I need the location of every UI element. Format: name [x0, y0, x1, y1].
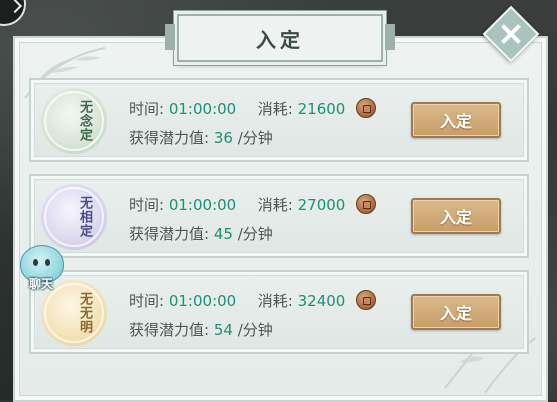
- potential-line: 获得潜力值: 54 /分钟: [129, 319, 273, 340]
- potential-line: 获得潜力值: 45 /分钟: [129, 223, 273, 244]
- potential-value: 36: [213, 129, 233, 147]
- time-cost-line: 时间: 01:00:00 消耗: 21600: [129, 98, 377, 119]
- page-title: 入定: [256, 27, 304, 52]
- time-value: 01:00:00: [168, 196, 237, 214]
- medal-badge-2: 无相定: [41, 184, 107, 250]
- chat-button[interactable]: 聊天: [16, 243, 66, 293]
- meditation-row-2: 无相定 时间: 01:00:00 消耗: 27000 获得潜力值: 45 /分钟…: [29, 174, 529, 258]
- enter-meditation-button-1[interactable]: 入定: [411, 102, 501, 138]
- cost-label: 消耗:: [257, 100, 293, 118]
- time-label: 时间:: [129, 196, 165, 214]
- potential-value: 54: [213, 321, 233, 339]
- medal-text: 无相定: [77, 196, 92, 238]
- potential-label: 获得潜力值:: [129, 129, 210, 147]
- potential-value: 45: [213, 225, 233, 243]
- meditation-row-3: 无无明 时间: 01:00:00 消耗: 32400 获得潜力值: 54 /分钟…: [29, 270, 529, 354]
- enter-meditation-button-3[interactable]: 入定: [411, 294, 501, 330]
- medal-text: 无无明: [77, 292, 92, 334]
- cost-label: 消耗:: [257, 196, 293, 214]
- chat-label: 聊天: [28, 277, 53, 291]
- cost-value: 21600: [297, 100, 346, 118]
- time-value: 01:00:00: [168, 100, 237, 118]
- time-label: 时间:: [129, 100, 165, 118]
- medal-badge-1: 无念定: [41, 88, 107, 154]
- time-label: 时间:: [129, 292, 165, 310]
- cost-value: 27000: [297, 196, 346, 214]
- cost-label: 消耗:: [257, 292, 293, 310]
- title-plaque: 入定: [165, 14, 395, 62]
- potential-unit: /分钟: [237, 129, 273, 147]
- potential-label: 获得潜力值:: [129, 321, 210, 339]
- potential-unit: /分钟: [237, 321, 273, 339]
- meditation-row-1: 无念定 时间: 01:00:00 消耗: 21600 获得潜力值: 36 /分钟…: [29, 78, 529, 162]
- chevron-right-icon: [7, 0, 23, 14]
- potential-label: 获得潜力值:: [129, 225, 210, 243]
- copper-coin-icon: [356, 194, 377, 214]
- time-cost-line: 时间: 01:00:00 消耗: 32400: [129, 290, 377, 311]
- enter-meditation-button-2[interactable]: 入定: [411, 198, 501, 234]
- medal-text: 无念定: [77, 100, 92, 142]
- copper-coin-icon: [356, 98, 377, 118]
- time-cost-line: 时间: 01:00:00 消耗: 27000: [129, 194, 377, 215]
- potential-line: 获得潜力值: 36 /分钟: [129, 127, 273, 148]
- potential-unit: /分钟: [237, 225, 273, 243]
- cost-value: 32400: [297, 292, 346, 310]
- copper-coin-icon: [356, 290, 377, 310]
- time-value: 01:00:00: [168, 292, 237, 310]
